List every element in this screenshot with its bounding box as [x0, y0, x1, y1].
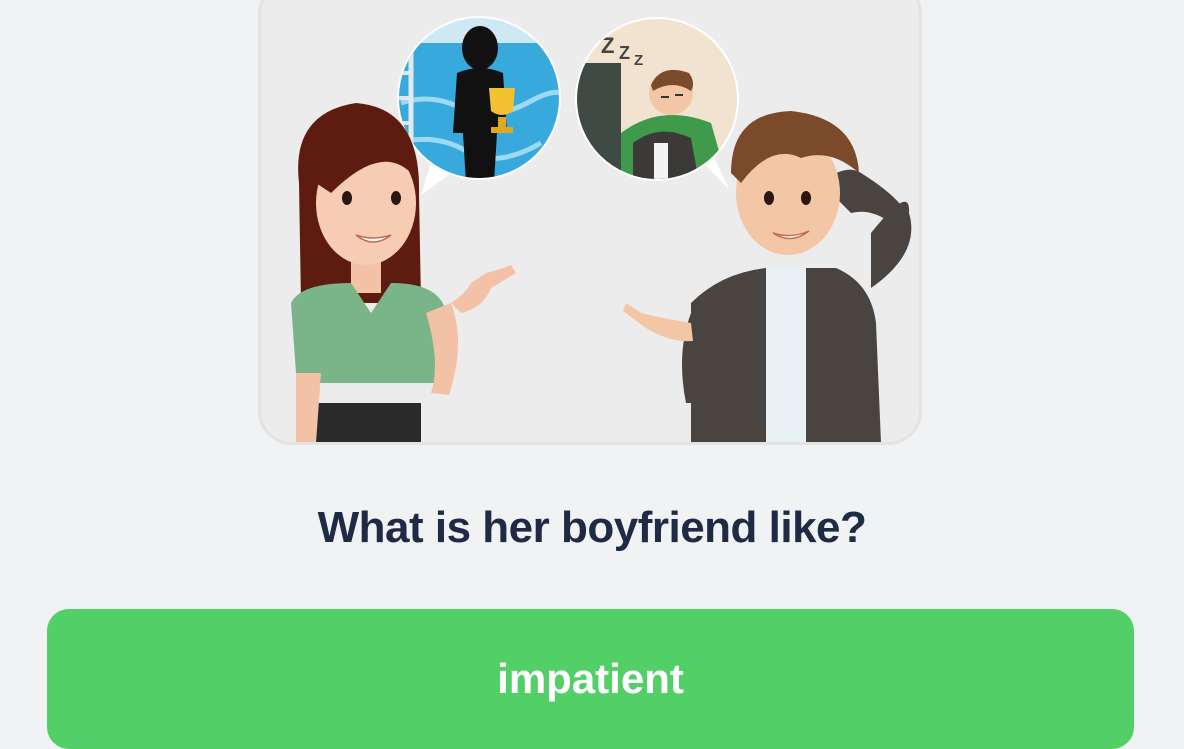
conversation-illustration: Z Z Z — [291, 16, 912, 442]
thought-bubble-sleeping: Z Z Z — [575, 17, 739, 189]
illustration-card: Z Z Z — [258, 0, 922, 445]
question-text: What is her boyfriend like? — [317, 503, 867, 552]
thought-bubble-winner — [397, 16, 561, 195]
answer-label: impatient — [497, 655, 684, 702]
svg-text:Z: Z — [634, 52, 643, 69]
answer-button-impatient[interactable]: impatient — [47, 609, 1134, 749]
svg-text:Z: Z — [619, 43, 630, 63]
svg-text:Z: Z — [601, 33, 614, 58]
